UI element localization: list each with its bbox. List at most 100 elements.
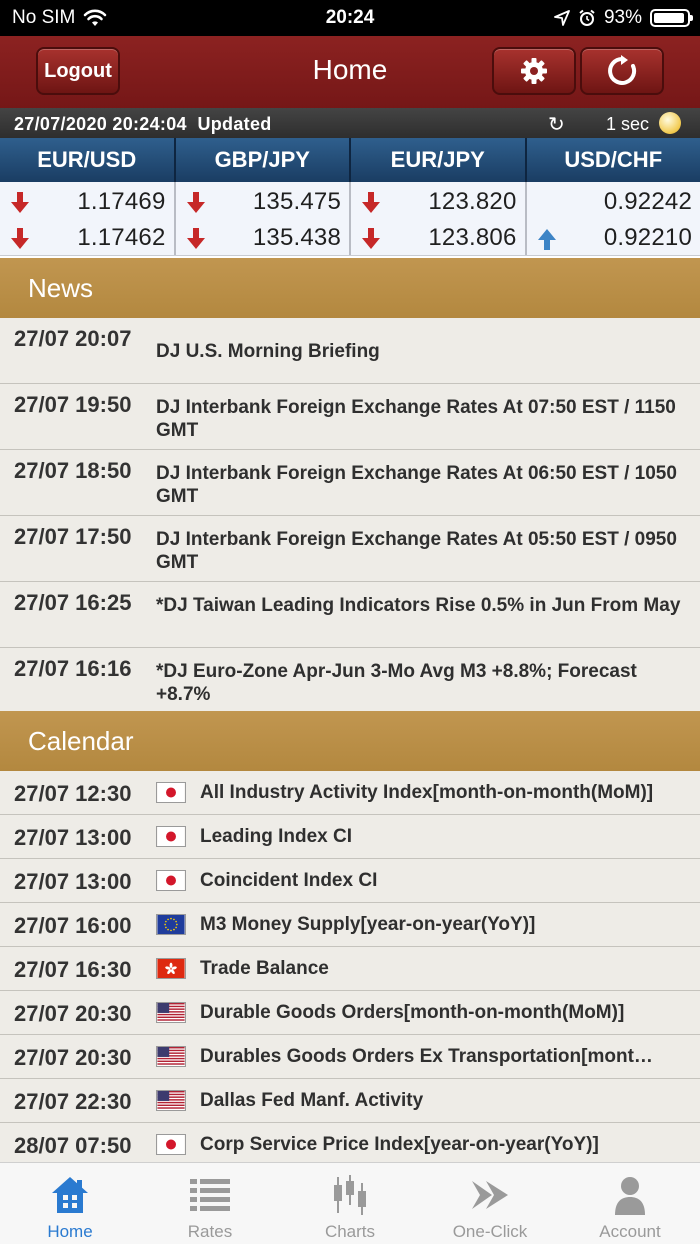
news-item[interactable]: 27/07 19:50 DJ Interbank Foreign Exchange… <box>0 384 700 450</box>
calendar-item[interactable]: 27/07 12:30 All Industry Activity Index[m… <box>0 771 700 815</box>
rate-pair-usd-chf[interactable]: USD/CHF <box>527 138 700 182</box>
news-headline: DJ U.S. Morning Briefing <box>156 341 380 362</box>
calendar-item[interactable]: 27/07 13:00 Leading Index CI <box>0 815 700 859</box>
calendar-item[interactable]: 28/07 07:50 Corp Service Price Index[year… <box>0 1123 700 1167</box>
rate-bid-row: 0.92242 <box>527 184 700 220</box>
calendar-event: Durable Goods Orders[month-on-month(MoM)… <box>200 1002 625 1023</box>
news-time: 27/07 16:25 <box>14 590 132 615</box>
rate-ask-row: 0.92210 <box>527 220 700 256</box>
arrow-down-icon <box>186 228 206 250</box>
calendar-event: All Industry Activity Index[month-on-mon… <box>200 782 654 803</box>
arrow-down-icon <box>186 192 206 214</box>
tab-charts[interactable]: Charts <box>280 1163 420 1244</box>
news-item[interactable]: 27/07 20:07 DJ U.S. Morning Briefing <box>0 318 700 384</box>
arrow-down-icon <box>10 228 30 250</box>
calendar-list: 27/07 12:30 All Industry Activity Index[m… <box>0 771 700 1167</box>
calendar-event: Leading Index CI <box>200 826 353 847</box>
rate-bid-value: 0.92242 <box>603 188 692 215</box>
rate-ask-value: 0.92210 <box>603 224 692 251</box>
rates-header: EUR/USD GBP/JPY EUR/JPY USD/CHF <box>0 138 700 182</box>
rate-ask-row: 1.17462 <box>0 220 174 256</box>
calendar-item[interactable]: 27/07 20:30 Durable Goods Orders[month-on… <box>0 991 700 1035</box>
update-timestamp: 27/07/2020 20:24:04 <box>14 114 187 134</box>
news-time: 27/07 20:07 <box>14 326 132 351</box>
tab-label: Account <box>599 1222 661 1241</box>
japan-flag-icon <box>156 1134 186 1155</box>
calendar-item[interactable]: 27/07 20:30 Durables Goods Orders Ex Tran… <box>0 1035 700 1079</box>
calendar-section-header: Calendar <box>0 711 700 771</box>
calendar-event: Durables Goods Orders Ex Transportation[… <box>200 1046 653 1067</box>
tab-one-click[interactable]: One-Click <box>420 1163 560 1244</box>
rate-column[interactable]: 1.17469 1.17462 <box>0 182 176 255</box>
calendar-event: Trade Balance <box>200 958 329 979</box>
arrow-up-icon <box>537 228 557 250</box>
arrow-down-icon <box>361 192 381 214</box>
rate-ask-row: 135.438 <box>176 220 350 256</box>
calendar-time: 27/07 16:00 <box>14 913 132 938</box>
news-section-header: News <box>0 258 700 318</box>
calendar-time: 27/07 12:30 <box>14 781 132 806</box>
calendar-event: Coincident Index CI <box>200 870 378 891</box>
eu-flag-icon <box>156 914 186 935</box>
rate-column[interactable]: 0.92242 0.92210 <box>527 182 700 255</box>
calendar-event: Corp Service Price Index[year-on-year(Yo… <box>200 1134 599 1155</box>
news-time: 27/07 17:50 <box>14 524 132 549</box>
tab-label: Charts <box>324 1222 376 1241</box>
rate-pair-eur-jpy[interactable]: EUR/JPY <box>351 138 527 182</box>
news-headline: *DJ Euro-Zone Apr-Jun 3-Mo Avg M3 +8.8%;… <box>156 661 637 705</box>
calendar-item[interactable]: 27/07 13:00 Coincident Index CI <box>0 859 700 903</box>
refresh-interval[interactable]: 1 sec <box>606 114 649 135</box>
calendar-time: 27/07 20:30 <box>14 1001 132 1026</box>
calendar-item[interactable]: 27/07 16:00 M3 Money Supply[year-on-year(… <box>0 903 700 947</box>
calendar-time: 27/07 20:30 <box>14 1045 132 1070</box>
calendar-time: 27/07 22:30 <box>14 1089 132 1114</box>
rate-ask-value: 1.17462 <box>77 224 166 251</box>
tab-rates[interactable]: Rates <box>140 1163 280 1244</box>
calendar-item[interactable]: 27/07 16:30 Trade Balance <box>0 947 700 991</box>
status-right-group: 93% <box>554 7 693 29</box>
news-headline: *DJ Taiwan Leading Indicators Rise 0.5% … <box>156 595 681 616</box>
calendar-item[interactable]: 27/07 22:30 Dallas Fed Manf. Activity <box>0 1079 700 1123</box>
rate-pair-gbp-jpy[interactable]: GBP/JPY <box>176 138 351 182</box>
rate-bid-row: 135.475 <box>176 184 350 220</box>
news-headline: DJ Interbank Foreign Exchange Rates At 0… <box>156 397 676 441</box>
japan-flag-icon <box>156 782 186 803</box>
rate-ask-row: 123.806 <box>351 220 525 256</box>
list-icon <box>188 1173 232 1217</box>
tab-label: One-Click <box>452 1222 528 1241</box>
news-item[interactable]: 27/07 16:25 *DJ Taiwan Leading Indicators… <box>0 582 700 648</box>
rate-column[interactable]: 123.820 123.806 <box>351 182 527 255</box>
rate-column[interactable]: 135.475 135.438 <box>176 182 351 256</box>
hong-kong-flag-icon <box>156 958 186 979</box>
news-time: 27/07 16:16 <box>14 656 132 681</box>
gear-icon <box>521 58 547 84</box>
auto-refresh-icon[interactable]: ↻ <box>548 112 565 137</box>
calendar-time: 27/07 13:00 <box>14 825 132 850</box>
nav-bar: Logout Home <box>0 36 700 108</box>
tab-account[interactable]: Account <box>560 1163 700 1244</box>
rate-bid-value: 1.17469 <box>77 188 166 215</box>
battery-percent: 93% <box>603 7 642 28</box>
news-list: 27/07 20:07 DJ U.S. Morning Briefing 27/07… <box>0 318 700 714</box>
calendar-time: 27/07 13:00 <box>14 869 132 894</box>
news-item[interactable]: 27/07 17:50 DJ Interbank Foreign Exchange… <box>0 516 700 582</box>
news-item[interactable]: 27/07 18:50 DJ Interbank Foreign Exchange… <box>0 450 700 516</box>
calendar-event: Dallas Fed Manf. Activity <box>200 1090 424 1111</box>
rate-ask-value: 135.438 <box>252 224 341 251</box>
news-time: 27/07 18:50 <box>14 458 132 483</box>
settings-button[interactable] <box>492 47 576 95</box>
rate-ask-value: 123.806 <box>428 224 517 251</box>
news-item[interactable]: 27/07 16:16 *DJ Euro-Zone Apr-Jun 3-Mo Av… <box>0 648 700 714</box>
status-bar: No SIM 20:24 93% <box>0 0 700 36</box>
rate-pair-eur-usd[interactable]: EUR/USD <box>0 138 176 182</box>
calendar-event: M3 Money Supply[year-on-year(YoY)] <box>200 914 536 935</box>
calendar-time: 28/07 07:50 <box>14 1133 132 1158</box>
news-headline: DJ Interbank Foreign Exchange Rates At 0… <box>156 529 677 573</box>
us-flag-icon <box>156 1090 186 1111</box>
tab-home[interactable]: Home <box>0 1163 140 1244</box>
update-status: 27/07/2020 20:24:04 Updated <box>14 114 272 135</box>
news-time: 27/07 19:50 <box>14 392 132 417</box>
japan-flag-icon <box>156 826 186 847</box>
refresh-button[interactable] <box>580 47 664 95</box>
tab-label: Home <box>47 1222 93 1241</box>
